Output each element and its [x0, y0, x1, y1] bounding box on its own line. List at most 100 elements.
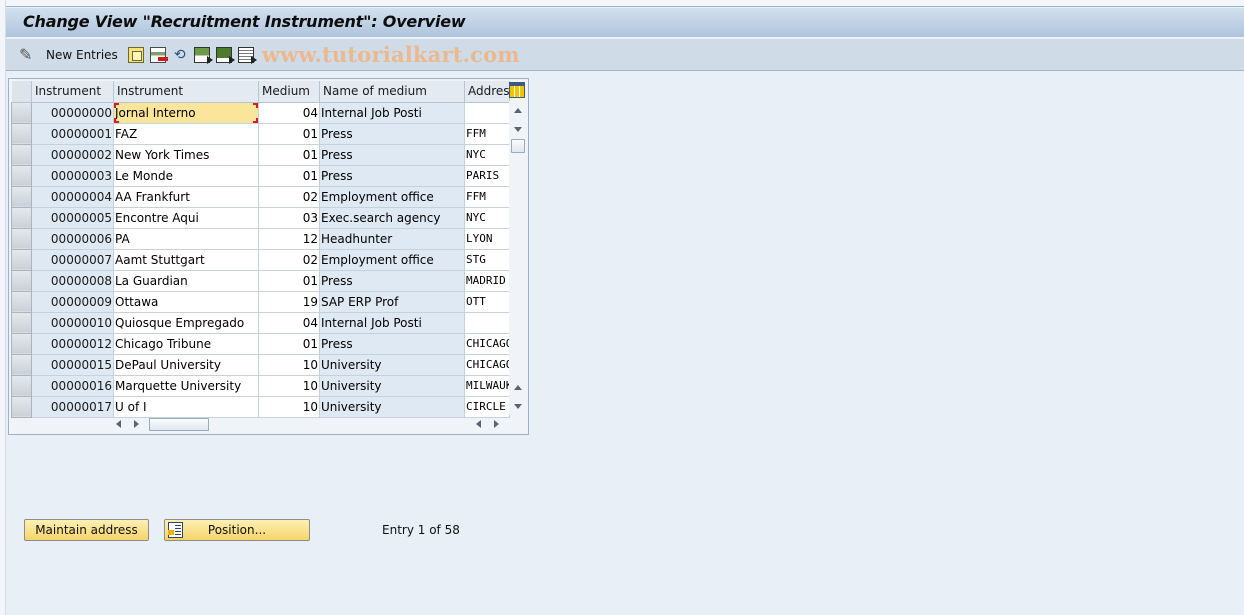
- medium-input[interactable]: 01: [258, 144, 320, 166]
- select-block-icon[interactable]: [215, 46, 235, 64]
- vertical-scroll-thumb[interactable]: [511, 139, 525, 153]
- table-row[interactable]: 00000017 U of I 10 University CIRCLE: [11, 395, 510, 418]
- instrument-id-cell: 00000006: [31, 228, 114, 250]
- row-selector[interactable]: [11, 206, 32, 229]
- table-row[interactable]: 00000001 FAZ 01 Press FFM: [11, 122, 510, 145]
- column-header-medium-name[interactable]: Name of medium: [319, 81, 465, 103]
- table-row[interactable]: 00000005 Encontre Aqui 03 Exec.search agenc…: [11, 206, 510, 229]
- scroll-down-icon[interactable]: [514, 127, 522, 132]
- focus-marker: [253, 102, 258, 108]
- medium-name-cell: Headhunter: [319, 228, 465, 250]
- instrument-name-input[interactable]: AA Frankfurt: [113, 186, 259, 208]
- column-header-address[interactable]: Address: [464, 81, 510, 103]
- medium-name-cell: Press: [319, 165, 465, 187]
- scroll-up-icon[interactable]: [514, 108, 522, 113]
- medium-input[interactable]: 03: [258, 207, 320, 229]
- application-toolbar: ✎ New Entries ⟲ www.tutorialkart.com: [6, 39, 1244, 71]
- medium-input[interactable]: 10: [258, 375, 320, 397]
- table-row[interactable]: 00000007 Aamt Stuttgart 02 Employment offic…: [11, 248, 510, 271]
- instrument-name-input[interactable]: Jornal Interno: [113, 102, 259, 124]
- table-row[interactable]: 00000012 Chicago Tribune 01 Press CHICAGO: [11, 332, 510, 355]
- table-row[interactable]: 00000010 Quiosque Empregado 04 Internal Job…: [11, 311, 510, 334]
- table-row[interactable]: 00000006 PA 12 Headhunter LYON: [11, 227, 510, 250]
- row-selector[interactable]: [11, 311, 32, 334]
- table-settings-icon[interactable]: [509, 82, 525, 98]
- scroll-column-right-icon[interactable]: [494, 420, 499, 428]
- table-row[interactable]: 00000008 La Guardian 01 Press MADRID: [11, 269, 510, 292]
- instrument-name-input[interactable]: FAZ: [113, 123, 259, 145]
- scroll-left-icon[interactable]: [116, 420, 121, 428]
- delete-icon[interactable]: [149, 46, 168, 63]
- medium-input[interactable]: 10: [258, 396, 320, 418]
- instrument-name-input[interactable]: Marquette University: [113, 375, 259, 397]
- address-cell: STG: [464, 249, 510, 271]
- medium-input[interactable]: 02: [258, 186, 320, 208]
- undo-change-icon[interactable]: ⟲: [172, 47, 188, 63]
- scroll-page-up-icon[interactable]: [514, 385, 522, 390]
- medium-input[interactable]: 01: [258, 123, 320, 145]
- instrument-name-input[interactable]: Aamt Stuttgart: [113, 249, 259, 271]
- scroll-page-down-icon[interactable]: [514, 404, 522, 409]
- instrument-name-input[interactable]: DePaul University: [113, 354, 259, 376]
- medium-input[interactable]: 12: [258, 228, 320, 250]
- address-cell: FFM: [464, 186, 510, 208]
- table-row[interactable]: 00000000 Jornal Interno 04 Internal Job Pos…: [11, 101, 510, 124]
- table-row[interactable]: 00000002 New York Times 01 Press NYC: [11, 143, 510, 166]
- table-row[interactable]: 00000003 Le Monde 01 Press PARIS: [11, 164, 510, 187]
- scroll-column-left-icon[interactable]: [476, 420, 481, 428]
- medium-input[interactable]: 01: [258, 270, 320, 292]
- medium-input[interactable]: 04: [258, 102, 320, 124]
- deselect-all-icon[interactable]: [237, 46, 257, 64]
- medium-input[interactable]: 01: [258, 333, 320, 355]
- row-selector[interactable]: [11, 332, 32, 355]
- table-row[interactable]: 00000009 Ottawa 19 SAP ERP Prof OTT: [11, 290, 510, 313]
- address-cell: MILWAUKEE: [464, 375, 510, 397]
- horizontal-scroll-thumb[interactable]: [149, 418, 209, 431]
- column-header-medium[interactable]: Medium: [258, 81, 320, 103]
- row-selector[interactable]: [11, 395, 32, 418]
- instrument-name-input[interactable]: Ottawa: [113, 291, 259, 313]
- medium-input[interactable]: 01: [258, 165, 320, 187]
- maintain-address-button[interactable]: Maintain address: [24, 519, 149, 541]
- row-selector[interactable]: [11, 143, 32, 166]
- table-row[interactable]: 00000015 DePaul University 10 University CHI…: [11, 353, 510, 376]
- row-selector[interactable]: [11, 248, 32, 271]
- address-cell: [464, 312, 510, 334]
- position-button[interactable]: Position...: [164, 519, 310, 541]
- medium-input[interactable]: 04: [258, 312, 320, 334]
- row-selector[interactable]: [11, 164, 32, 187]
- medium-input[interactable]: 10: [258, 354, 320, 376]
- row-selector[interactable]: [11, 122, 32, 145]
- column-header-instrument-name[interactable]: Instrument: [113, 81, 259, 103]
- table-row[interactable]: 00000004 AA Frankfurt 02 Employment office F…: [11, 185, 510, 208]
- instrument-name-input[interactable]: New York Times: [113, 144, 259, 166]
- table-control: Instrument Instrument Medium Name of med…: [8, 78, 529, 435]
- instrument-id-cell: 00000016: [31, 375, 114, 397]
- select-all-rows-button[interactable]: [11, 81, 32, 103]
- instrument-name-input[interactable]: Chicago Tribune: [113, 333, 259, 355]
- select-all-icon[interactable]: [193, 46, 213, 64]
- row-selector[interactable]: [11, 353, 32, 376]
- row-selector[interactable]: [11, 185, 32, 208]
- row-selector[interactable]: [11, 101, 32, 124]
- edit-pencil-icon[interactable]: ✎: [19, 46, 35, 63]
- medium-input[interactable]: 19: [258, 291, 320, 313]
- vertical-scrollbar[interactable]: [509, 101, 527, 415]
- horizontal-scrollbar[interactable]: [9, 415, 528, 433]
- instrument-name-input[interactable]: Le Monde: [113, 165, 259, 187]
- instrument-name-input[interactable]: La Guardian: [113, 270, 259, 292]
- column-header-instrument-id[interactable]: Instrument: [31, 81, 114, 103]
- instrument-name-input[interactable]: U of I: [113, 396, 259, 418]
- scroll-right-icon[interactable]: [134, 420, 139, 428]
- row-selector[interactable]: [11, 227, 32, 250]
- row-selector[interactable]: [11, 374, 32, 397]
- row-selector[interactable]: [11, 290, 32, 313]
- instrument-name-input[interactable]: Encontre Aqui: [113, 207, 259, 229]
- table-row[interactable]: 00000016 Marquette University 10 University…: [11, 374, 510, 397]
- instrument-name-input[interactable]: PA: [113, 228, 259, 250]
- new-entries-button[interactable]: New Entries: [46, 48, 118, 62]
- medium-input[interactable]: 02: [258, 249, 320, 271]
- copy-as-icon[interactable]: [127, 46, 144, 63]
- row-selector[interactable]: [11, 269, 32, 292]
- instrument-name-input[interactable]: Quiosque Empregado: [113, 312, 259, 334]
